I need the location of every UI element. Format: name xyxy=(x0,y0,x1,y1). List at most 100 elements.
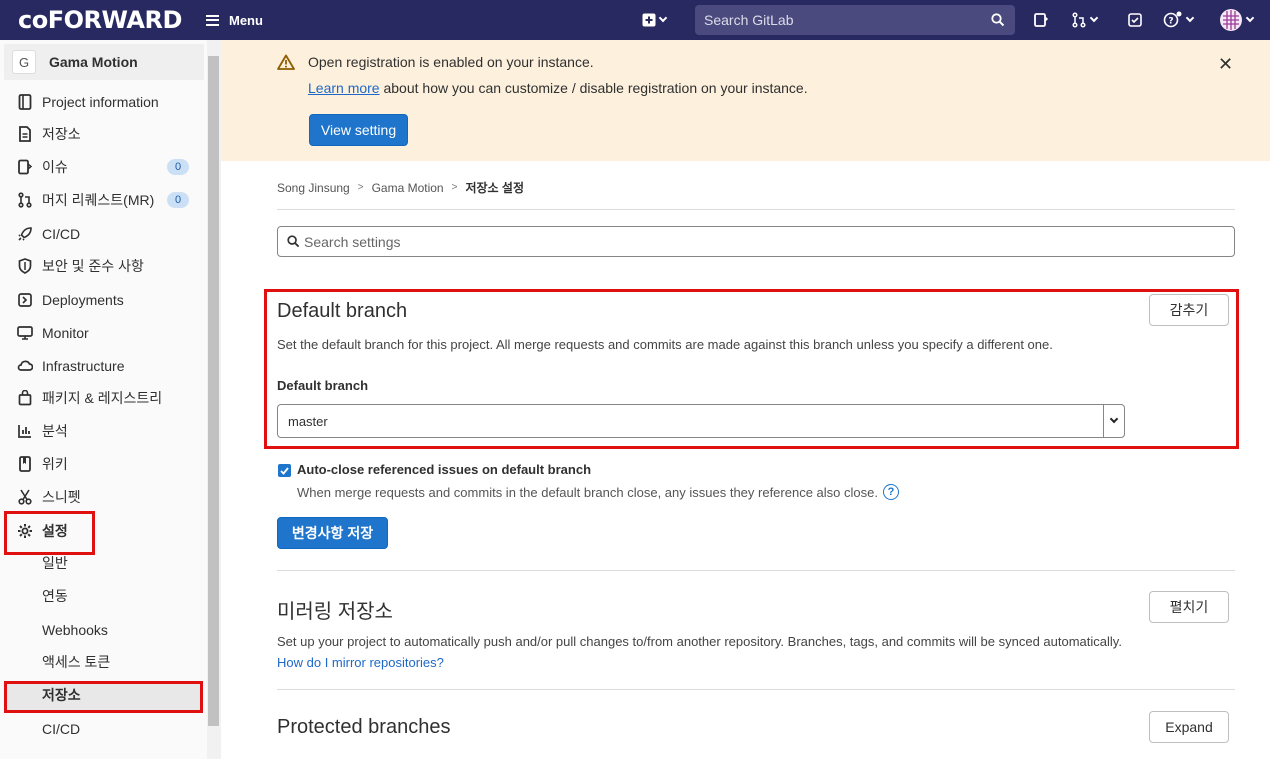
svg-text:?: ? xyxy=(1168,17,1173,27)
sidebar-item-infrastructure[interactable]: Infrastructure xyxy=(16,354,196,378)
package-icon xyxy=(16,389,34,407)
breadcrumb: Song Jinsung > Gama Motion > 저장소 설정 xyxy=(277,179,524,196)
global-search-input[interactable] xyxy=(695,5,1015,35)
sidebar-project-header[interactable]: G Gama Motion xyxy=(4,44,204,80)
breadcrumb-item-user[interactable]: Song Jinsung xyxy=(277,181,350,195)
sidebar-item-repository[interactable]: 저장소 xyxy=(16,122,196,146)
global-search[interactable] xyxy=(695,5,1015,35)
highlight-box-default-branch xyxy=(264,289,1239,449)
auto-close-label[interactable]: Auto-close referenced issues on default … xyxy=(297,462,591,477)
top-bar: coFORWARD Menu ? xyxy=(0,0,1270,40)
help-dropdown[interactable]: ? xyxy=(1163,9,1195,31)
highlight-box-repository xyxy=(4,681,203,713)
alert-title: Open registration is enabled on your ins… xyxy=(308,54,594,70)
chevron-down-icon xyxy=(1089,13,1099,23)
sidebar-item-packages[interactable]: 패키지 & 레지스트리 xyxy=(16,386,196,410)
project-avatar: G xyxy=(12,50,36,74)
settings-subitem-general[interactable]: 일반 xyxy=(42,553,68,573)
rocket-icon xyxy=(16,225,34,243)
sidebar-item-label: 분석 xyxy=(42,423,68,439)
mirroring-description-text: Set up your project to automatically pus… xyxy=(277,634,1122,649)
close-icon[interactable]: ✕ xyxy=(1218,54,1233,75)
sidebar-item-snippets[interactable]: 스니펫 xyxy=(16,485,196,509)
sidebar-item-label: 이슈 xyxy=(42,159,68,175)
merge-requests-dropdown[interactable] xyxy=(1071,9,1099,31)
sidebar: G Gama Motion Project information 저장소 이슈… xyxy=(0,40,221,759)
sidebar-item-label: Project information xyxy=(42,94,159,110)
auto-close-help: When merge requests and commits in the d… xyxy=(297,484,899,500)
highlight-box-settings xyxy=(4,511,95,555)
new-item-dropdown[interactable] xyxy=(642,9,668,31)
settings-subitem-access-tokens[interactable]: 액세스 토큰 xyxy=(42,652,110,672)
chevron-down-icon xyxy=(1245,13,1255,23)
user-menu-dropdown[interactable] xyxy=(1219,9,1255,31)
issues-icon xyxy=(1034,13,1049,27)
menu-button[interactable]: Menu xyxy=(206,9,263,31)
sidebar-item-label: 스니펫 xyxy=(42,489,81,505)
merge-request-icon xyxy=(1072,12,1086,28)
project-icon xyxy=(16,93,34,111)
sidebar-scrollbar-thumb[interactable] xyxy=(208,56,219,726)
sidebar-item-label: 보안 및 준수 사항 xyxy=(42,258,144,274)
issues-count-badge: 0 xyxy=(167,159,189,175)
chevron-right-icon: > xyxy=(451,182,458,193)
menu-label: Menu xyxy=(229,12,263,28)
sidebar-item-security[interactable]: 보안 및 준수 사항 xyxy=(16,254,196,278)
merge-requests-count-badge: 0 xyxy=(167,192,189,208)
help-icon: ? xyxy=(1163,11,1182,28)
chevron-down-icon xyxy=(658,13,668,23)
auto-close-checkbox[interactable] xyxy=(278,464,291,477)
alert-text: Learn more about how you can customize /… xyxy=(308,80,808,96)
todo-icon xyxy=(1128,13,1142,27)
expand-protected-branches-button[interactable]: Expand xyxy=(1149,711,1229,743)
sidebar-item-label: 머지 리퀘스트(MR) xyxy=(42,192,155,208)
sidebar-item-wiki[interactable]: 위키 xyxy=(16,452,196,476)
breadcrumb-item-project[interactable]: Gama Motion xyxy=(372,181,444,195)
search-settings-input[interactable] xyxy=(304,227,1224,256)
sidebar-item-analytics[interactable]: 분석 xyxy=(16,419,196,443)
question-icon[interactable]: ? xyxy=(882,484,899,500)
monitor-icon xyxy=(16,324,34,342)
sidebar-item-label: 위키 xyxy=(42,456,68,472)
settings-subitem-integrations[interactable]: 연동 xyxy=(42,586,68,606)
mirroring-description: Set up your project to automatically pus… xyxy=(277,631,1137,673)
settings-subitem-webhooks[interactable]: Webhooks xyxy=(42,620,108,640)
mirror-help-link[interactable]: How do I mirror repositories? xyxy=(277,655,444,670)
registration-alert: Open registration is enabled on your ins… xyxy=(221,40,1270,161)
scissors-icon xyxy=(16,488,34,506)
protected-branches-title: Protected branches xyxy=(277,716,451,738)
save-changes-button[interactable]: 변경사항 저장 xyxy=(277,517,388,549)
chart-icon xyxy=(16,422,34,440)
sidebar-item-ci-cd[interactable]: CI/CD xyxy=(16,222,196,246)
search-settings[interactable] xyxy=(277,226,1235,257)
project-name: Gama Motion xyxy=(49,54,138,70)
checkmark-icon xyxy=(280,466,289,475)
issues-button[interactable] xyxy=(1033,9,1049,31)
sidebar-item-merge-requests[interactable]: 머지 리퀘스트(MR) 0 xyxy=(16,188,196,212)
cloud-icon xyxy=(16,357,34,375)
learn-more-link[interactable]: Learn more xyxy=(308,80,380,96)
divider xyxy=(277,209,1235,210)
search-icon xyxy=(991,13,1005,27)
mirroring-title: 미러링 저장소 xyxy=(277,601,393,623)
sidebar-item-monitor[interactable]: Monitor xyxy=(16,321,196,345)
divider xyxy=(277,689,1235,690)
breadcrumb-item-current[interactable]: 저장소 설정 xyxy=(465,179,524,196)
shield-icon xyxy=(16,257,34,275)
expand-mirroring-button[interactable]: 펼치기 xyxy=(1149,591,1229,623)
issues-icon xyxy=(16,158,34,176)
book-icon xyxy=(16,455,34,473)
settings-subitem-ci-cd[interactable]: CI/CD xyxy=(42,719,80,739)
todo-button[interactable] xyxy=(1127,9,1143,31)
view-setting-button[interactable]: View setting xyxy=(309,114,408,146)
sidebar-item-label: Monitor xyxy=(42,325,89,341)
divider xyxy=(277,570,1235,571)
sidebar-item-label: Deployments xyxy=(42,292,124,308)
sidebar-item-project-information[interactable]: Project information xyxy=(16,90,196,114)
chevron-down-icon xyxy=(1185,13,1195,23)
brand-logo[interactable]: coFORWARD xyxy=(18,6,182,34)
user-avatar-icon xyxy=(1220,9,1242,31)
warning-icon xyxy=(277,54,295,70)
sidebar-item-issues[interactable]: 이슈 0 xyxy=(16,155,196,179)
sidebar-item-deployments[interactable]: Deployments xyxy=(16,288,196,312)
